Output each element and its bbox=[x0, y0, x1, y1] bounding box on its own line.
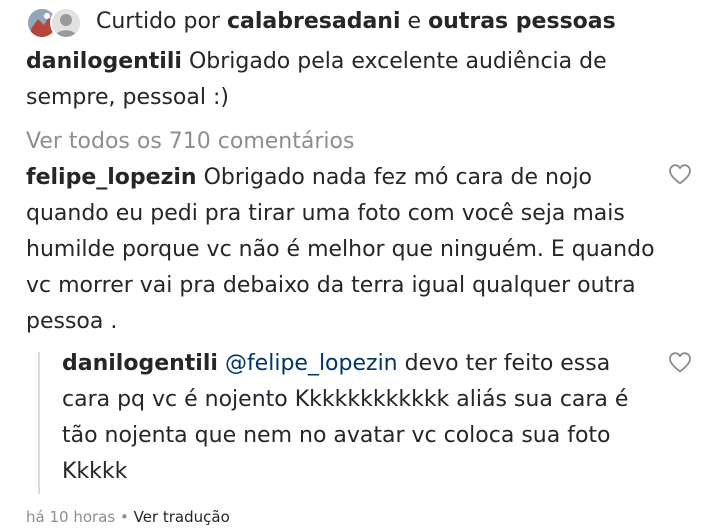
others-link[interactable]: outras pessoas bbox=[428, 9, 616, 34]
likes-conjunction: e bbox=[407, 9, 422, 34]
liker-username-link[interactable]: calabresadani bbox=[227, 9, 401, 34]
profile-avatar-icon bbox=[50, 7, 82, 39]
comment-username-link[interactable]: felipe_lopezin bbox=[26, 165, 197, 190]
comment-text: Obrigado nada fez mó cara de nojo quando… bbox=[26, 165, 655, 334]
reply-thread-line bbox=[38, 352, 40, 494]
timestamp: há 10 horas bbox=[26, 508, 116, 526]
meta-separator: • bbox=[119, 508, 129, 526]
reply-username-link[interactable]: danilogentili bbox=[62, 351, 218, 376]
post-caption: danilogentili Obrigado pela excelente au… bbox=[26, 44, 666, 116]
likes-prefix: Curtido por bbox=[96, 9, 220, 34]
likes-summary: Curtido por calabresadani e outras pesso… bbox=[96, 4, 616, 40]
likes-row[interactable]: Curtido por calabresadani e outras pesso… bbox=[26, 4, 616, 40]
heart-outline-icon[interactable] bbox=[668, 163, 692, 185]
post-meta: há 10 horas • Ver tradução bbox=[26, 505, 230, 529]
see-translation-link[interactable]: Ver tradução bbox=[134, 508, 230, 526]
heart-outline-icon[interactable] bbox=[668, 351, 692, 373]
reply-comment: danilogentili @felipe_lopezin devo ter f… bbox=[62, 346, 652, 490]
view-all-comments-link[interactable]: Ver todos os 710 comentários bbox=[26, 124, 354, 160]
caption-username-link[interactable]: danilogentili bbox=[26, 49, 182, 74]
reply-mention-link[interactable]: @felipe_lopezin bbox=[225, 351, 398, 376]
liker-avatars bbox=[26, 7, 92, 39]
comment: felipe_lopezin Obrigado nada fez mó cara… bbox=[26, 160, 656, 340]
